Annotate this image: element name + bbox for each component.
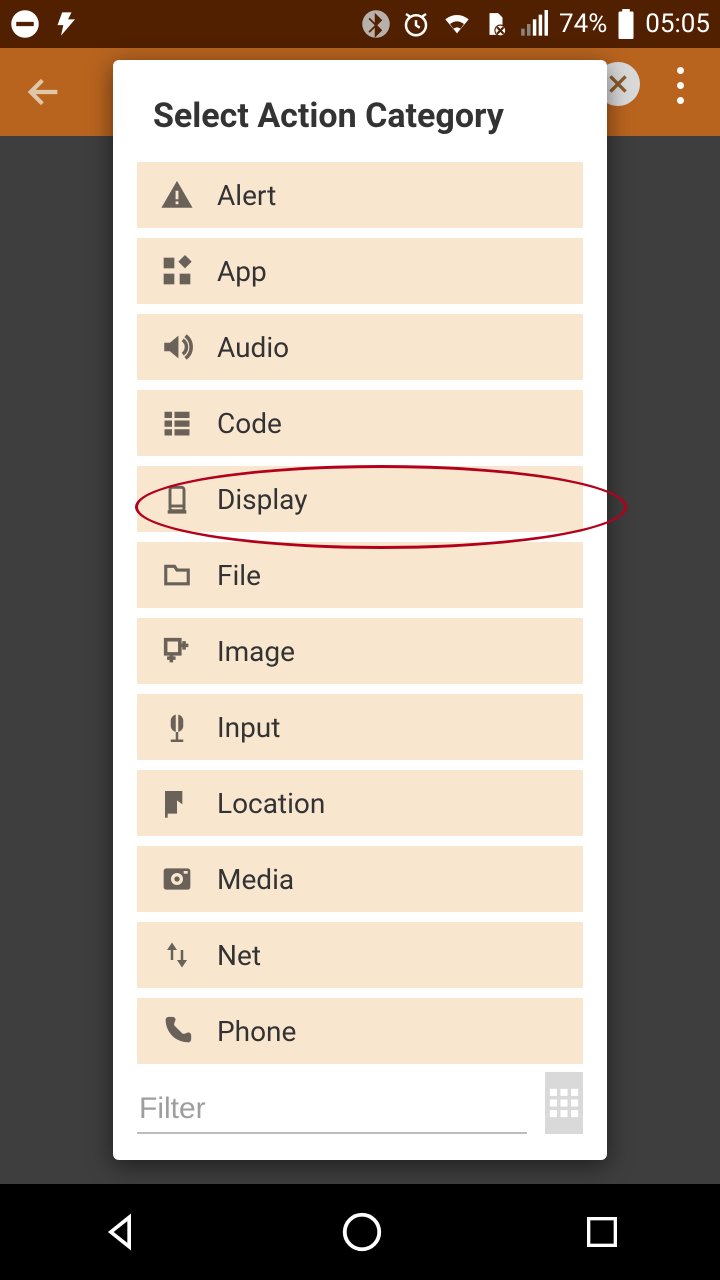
clock-text: 05:05	[645, 9, 710, 39]
category-item-audio[interactable]: Audio	[137, 314, 583, 380]
nav-recent[interactable]	[582, 1212, 622, 1252]
category-label: App	[217, 255, 267, 288]
category-label: Code	[217, 407, 282, 440]
bolt-icon	[54, 9, 82, 39]
category-item-net[interactable]: Net	[137, 922, 583, 988]
category-label: File	[217, 559, 261, 592]
battery-percent: 74%	[559, 9, 607, 39]
action-category-dialog: Select Action Category Alert App Audio Code…	[113, 60, 607, 1160]
alert-icon	[137, 178, 217, 212]
category-label: Phone	[217, 1015, 296, 1048]
android-navbar	[0, 1184, 720, 1280]
net-icon	[137, 938, 217, 972]
dialog-title: Select Action Category	[153, 96, 583, 136]
dot-icon	[677, 82, 684, 89]
display-icon	[137, 481, 217, 517]
category-item-media[interactable]: Media	[137, 846, 583, 912]
category-label: Display	[217, 483, 307, 516]
category-item-file[interactable]: File	[137, 542, 583, 608]
close-icon	[605, 71, 631, 97]
category-label: Image	[217, 635, 295, 668]
nav-back[interactable]	[98, 1210, 142, 1254]
category-item-alert[interactable]: Alert	[137, 162, 583, 228]
circle-home-icon	[339, 1209, 385, 1255]
grid-icon	[547, 1086, 581, 1120]
category-item-image[interactable]: Image	[137, 618, 583, 684]
dot-icon	[677, 67, 684, 74]
cellular-icon	[519, 10, 549, 38]
category-item-phone[interactable]: Phone	[137, 998, 583, 1064]
category-item-input[interactable]: Input	[137, 694, 583, 760]
audio-icon	[137, 330, 217, 364]
dnd-icon	[10, 9, 40, 39]
arrow-left-icon	[24, 72, 64, 112]
code-icon	[137, 408, 217, 438]
wifi-icon	[441, 10, 473, 38]
image-icon	[137, 634, 217, 668]
category-item-display[interactable]: Display	[137, 466, 583, 532]
bluetooth-icon	[361, 9, 391, 39]
filter-input[interactable]	[137, 1086, 527, 1134]
category-label: Media	[217, 863, 294, 896]
screen: 74% 05:05 Select Action Category Alert Ap…	[0, 0, 720, 1280]
category-item-app[interactable]: App	[137, 238, 583, 304]
nav-home[interactable]	[339, 1209, 385, 1255]
triangle-back-icon	[98, 1210, 142, 1254]
back-button[interactable]	[0, 48, 88, 136]
category-label: Audio	[217, 331, 289, 364]
category-label: Input	[217, 711, 280, 744]
overflow-menu[interactable]	[660, 55, 700, 115]
status-left	[10, 9, 82, 39]
square-recent-icon	[582, 1212, 622, 1252]
category-list: Alert App Audio Code Display File Image Input Lo…	[137, 162, 583, 1064]
file-icon	[137, 560, 217, 590]
battery-icon	[617, 9, 635, 39]
app-icon	[137, 255, 217, 287]
status-bar: 74% 05:05	[0, 0, 720, 48]
category-label: Location	[217, 787, 325, 820]
phone-icon	[137, 1014, 217, 1048]
sim-icon	[483, 9, 509, 39]
category-item-location[interactable]: Location	[137, 770, 583, 836]
input-icon	[137, 709, 217, 745]
location-icon	[137, 786, 217, 820]
media-icon	[137, 863, 217, 895]
status-right: 74% 05:05	[361, 9, 710, 39]
category-item-code[interactable]: Code	[137, 390, 583, 456]
alarm-icon	[401, 9, 431, 39]
grid-toggle-button[interactable]	[545, 1072, 583, 1134]
dot-icon	[677, 97, 684, 104]
category-label: Alert	[217, 179, 276, 212]
filter-row	[137, 1072, 583, 1140]
category-label: Net	[217, 939, 261, 972]
